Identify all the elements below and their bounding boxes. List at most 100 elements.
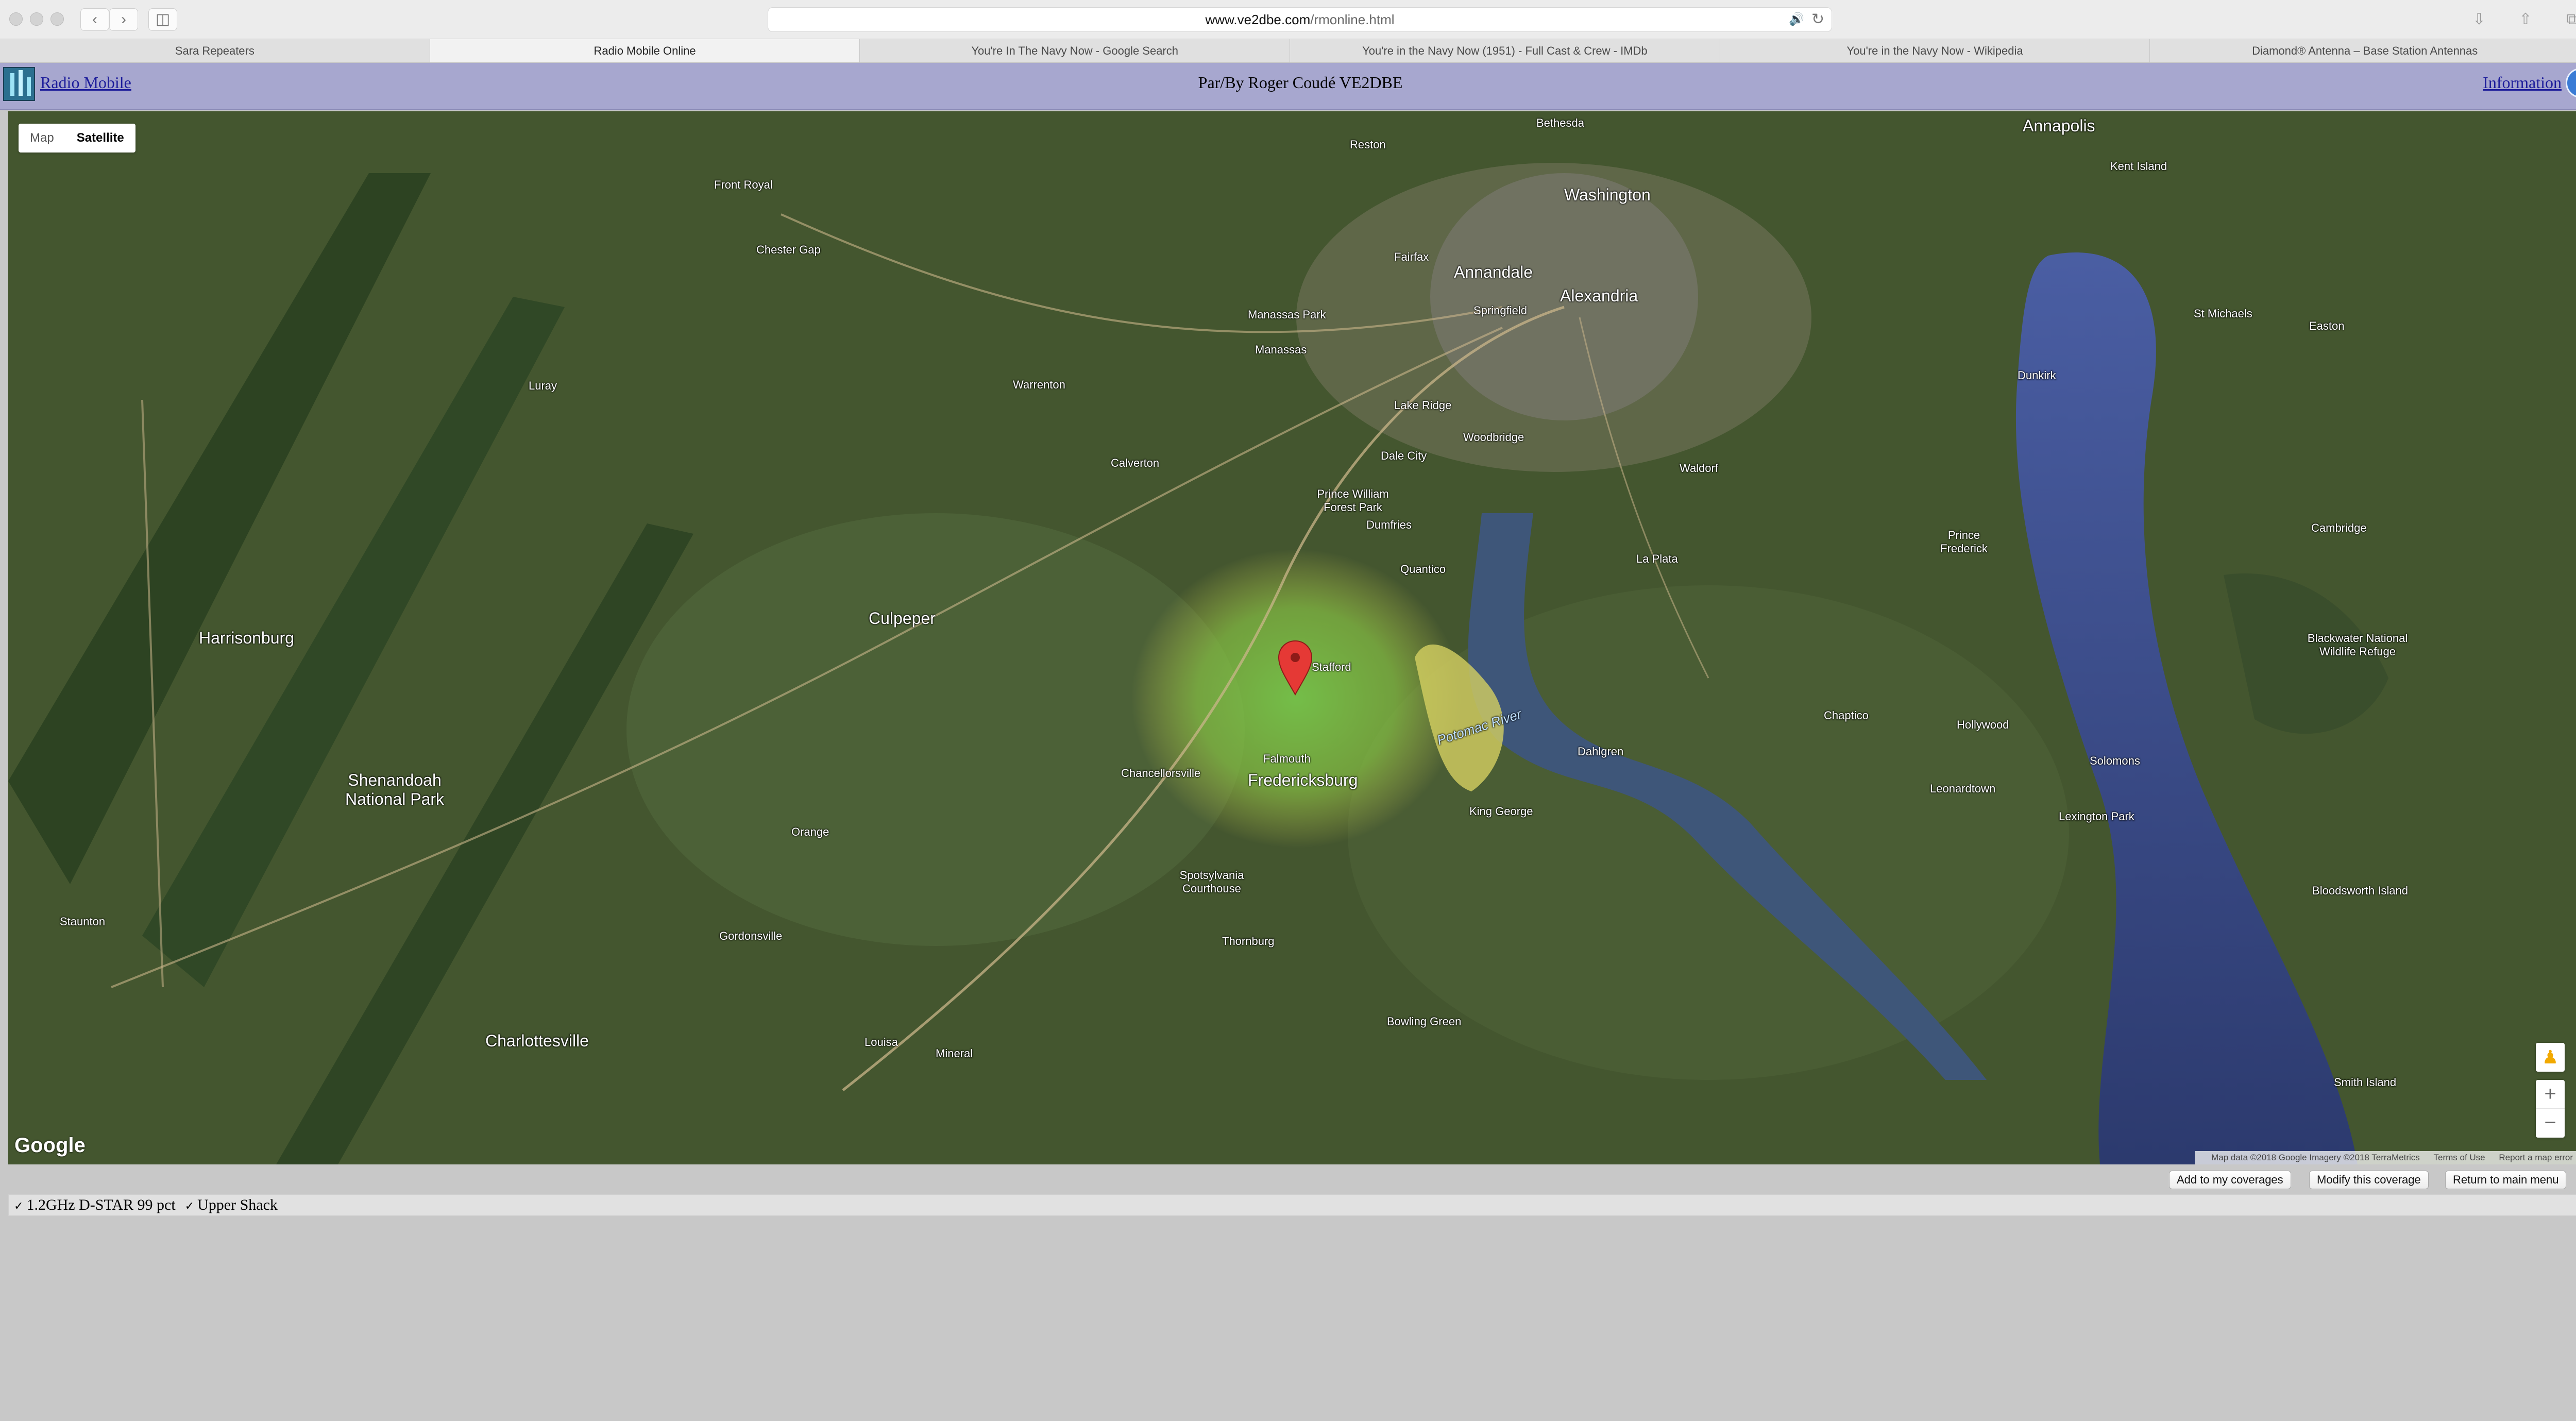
map-label-prince-frederick: Prince Frederick — [1940, 529, 1988, 555]
return-to-main-menu-button[interactable]: Return to main menu — [2445, 1171, 2567, 1189]
map-label-alexandria: Alexandria — [1560, 286, 1638, 305]
map-label-culpeper: Culpeper — [869, 609, 936, 628]
zoom-control: + − — [2536, 1080, 2565, 1138]
map-label-charlottesville: Charlottesville — [485, 1031, 589, 1050]
map-label-stafford: Stafford — [1312, 661, 1351, 673]
map-label-orange: Orange — [791, 825, 829, 838]
minimize-window-icon[interactable] — [30, 12, 43, 26]
map-type-control: Map Satellite — [19, 124, 135, 153]
map-label-falmouth: Falmouth — [1263, 752, 1311, 765]
map-label-thornburg: Thornburg — [1222, 935, 1275, 948]
map-label-fairfax: Fairfax — [1394, 250, 1429, 263]
map-label-woodbridge: Woodbridge — [1463, 431, 1524, 444]
audio-playing-icon[interactable]: 🔊 — [1789, 7, 1804, 32]
url-path: /rmonline.html — [1310, 12, 1395, 27]
map-label-smith-island: Smith Island — [2334, 1076, 2397, 1089]
map-label-la-plata: La Plata — [1636, 552, 1678, 565]
reload-icon[interactable]: ↻ — [1811, 7, 1824, 32]
map-label-luray: Luray — [529, 379, 557, 392]
tab-overview-icon[interactable]: ⧉ — [2561, 8, 2576, 31]
map-label-lake-ridge: Lake Ridge — [1394, 399, 1452, 412]
add-to-my-coverages-button[interactable]: Add to my coverages — [2169, 1171, 2291, 1189]
map-label-prince-william-forest-park: Prince William Forest Park — [1317, 487, 1389, 514]
map-label-harrisonburg: Harrisonburg — [199, 629, 294, 647]
google-logo[interactable]: Google — [14, 1134, 86, 1157]
map-label-hollywood: Hollywood — [1957, 718, 2009, 731]
map-label-chaptico: Chaptico — [1824, 709, 1869, 722]
street-view-pegman-icon[interactable]: ♟ — [2536, 1043, 2565, 1072]
map-label-kent-island: Kent Island — [2110, 160, 2167, 173]
map-label-bowling-green: Bowling Green — [1387, 1015, 1462, 1028]
report-map-error-link[interactable]: Report a map error — [2499, 1153, 2573, 1162]
map-type-satellite-button[interactable]: Satellite — [65, 124, 135, 153]
map-label-springfield: Springfield — [1473, 304, 1527, 317]
url-host: www.ve2dbe.com — [1205, 12, 1311, 27]
map-label-solomons: Solomons — [2090, 754, 2140, 767]
downloads-icon[interactable]: ⇩ — [2468, 8, 2490, 31]
legend-item-coverage: 1.2GHz D-STAR 99 pct — [26, 1196, 176, 1213]
share-icon[interactable]: ⇧ — [2514, 8, 2537, 31]
map-label-washington: Washington — [1564, 185, 1651, 204]
map-label-dunkirk: Dunkirk — [2018, 369, 2056, 382]
author-byline: Par/By Roger Coudé VE2DBE — [1198, 73, 1403, 92]
page-header: Radio Mobile Par/By Roger Coudé VE2DBE I… — [0, 63, 2576, 110]
tab-diamond-antenna[interactable]: Diamond® Antenna – Base Station Antennas — [2150, 39, 2576, 62]
map-label-waldorf: Waldorf — [1680, 462, 1718, 475]
map-label-reston: Reston — [1350, 138, 1386, 151]
map-type-map-button[interactable]: Map — [19, 124, 65, 153]
tab-wikipedia[interactable]: You're in the Navy Now - Wikipedia — [1720, 39, 2150, 62]
tab-sara-repeaters[interactable]: Sara Repeaters — [0, 39, 430, 62]
tab-google-search[interactable]: You're In The Navy Now - Google Search — [860, 39, 1291, 62]
map-label-manassas-park: Manassas Park — [1248, 308, 1326, 321]
terms-of-use-link[interactable]: Terms of Use — [2434, 1153, 2485, 1162]
satellite-imagery — [8, 111, 2576, 1164]
map-data-credit: Map data ©2018 Google Imagery ©2018 Terr… — [2211, 1153, 2420, 1162]
map-label-staunton: Staunton — [60, 915, 106, 928]
map-label-quantico: Quantico — [1400, 563, 1446, 576]
map-label-bethesda: Bethesda — [1536, 116, 1584, 129]
coverage-legend: ✓ 1.2GHz D-STAR 99 pct ✓ Upper Shack — [8, 1194, 2576, 1216]
close-window-icon[interactable] — [9, 12, 23, 26]
zoom-in-button[interactable]: + — [2536, 1080, 2565, 1109]
address-bar[interactable]: www.ve2dbe.com/rmonline.html — [768, 7, 1832, 32]
zoom-window-icon[interactable] — [50, 12, 64, 26]
map-label-shenandoah-np: Shenandoah National Park — [345, 771, 445, 808]
back-button[interactable]: ‹ — [80, 8, 109, 31]
checkmark-icon[interactable]: ✓ — [14, 1199, 23, 1212]
modify-coverage-button[interactable]: Modify this coverage — [2309, 1171, 2429, 1189]
map-label-annapolis: Annapolis — [2023, 116, 2095, 135]
information-link[interactable]: Information — [2483, 73, 2562, 92]
map-label-chancellorsville: Chancellorsville — [1121, 767, 1201, 780]
map-label-calverton: Calverton — [1111, 456, 1160, 469]
coverage-area — [1131, 549, 1461, 848]
map-attribution: Map data ©2018 Google Imagery ©2018 Terr… — [2195, 1151, 2576, 1164]
sidebar-icon[interactable]: ◫ — [148, 8, 177, 31]
map-label-gordonsville: Gordonsville — [719, 929, 783, 942]
legend-item-site: Upper Shack — [197, 1196, 278, 1213]
tab-imdb[interactable]: You're in the Navy Now (1951) - Full Cas… — [1290, 39, 1720, 62]
tab-radio-mobile-online[interactable]: Radio Mobile Online — [430, 39, 860, 62]
information-icon[interactable]: i — [2566, 68, 2576, 98]
map-label-king-george: King George — [1469, 805, 1533, 818]
browser-toolbar: ‹ › ◫ www.ve2dbe.com/rmonline.html 🔊 ↻ ⇩… — [0, 0, 2576, 39]
map-label-mineral: Mineral — [936, 1047, 973, 1060]
coverage-map[interactable]: Washington Alexandria Annandale Bethesda… — [8, 111, 2576, 1164]
map-label-warrenton: Warrenton — [1013, 378, 1065, 391]
map-label-leonardtown: Leonardtown — [1930, 782, 1996, 795]
forward-button[interactable]: › — [109, 8, 138, 31]
map-label-cambridge: Cambridge — [2311, 521, 2367, 534]
zoom-out-button[interactable]: − — [2536, 1109, 2565, 1138]
map-label-louisa: Louisa — [865, 1036, 898, 1048]
map-label-front-royal: Front Royal — [714, 178, 773, 191]
checkmark-icon[interactable]: ✓ — [185, 1199, 194, 1212]
map-label-lexington-park: Lexington Park — [2059, 810, 2134, 823]
map-label-dale-city: Dale City — [1381, 449, 1427, 462]
map-label-bloodsworth-island: Bloodsworth Island — [2312, 884, 2408, 897]
map-label-st-michaels: St Michaels — [2194, 307, 2252, 320]
map-label-easton: Easton — [2309, 319, 2345, 332]
tab-strip: Sara Repeaters Radio Mobile Online You'r… — [0, 39, 2576, 63]
map-label-annandale: Annandale — [1454, 263, 1533, 281]
map-label-dumfries: Dumfries — [1366, 518, 1412, 531]
map-label-blackwater: Blackwater National Wildlife Refuge — [2307, 632, 2408, 658]
map-label-dahlgren: Dahlgren — [1578, 745, 1624, 758]
